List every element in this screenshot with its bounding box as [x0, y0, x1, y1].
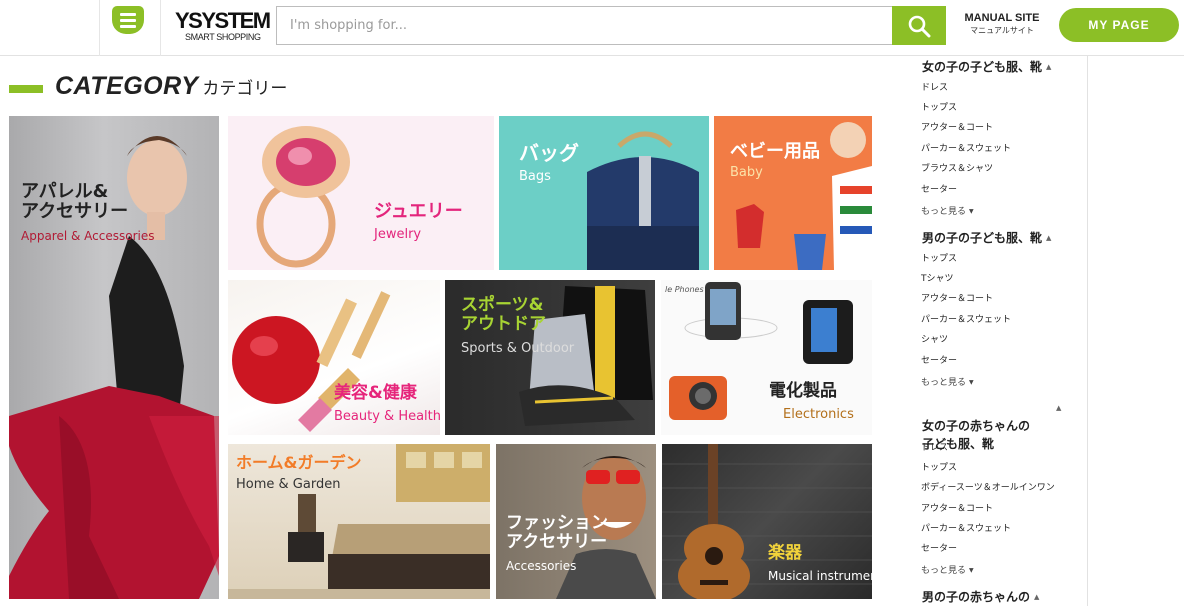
tile-electronics-caption: le Phones — [665, 285, 704, 294]
sidebar-more-label: もっと見る — [921, 207, 967, 217]
chevron-down-icon: ▼ — [969, 567, 974, 574]
category-heading: CATEGORY カテゴリー — [55, 72, 287, 104]
search-icon — [908, 15, 931, 38]
category-accent-bar — [9, 85, 43, 93]
sidebar-more-link[interactable]: もっと見る ▼ — [921, 563, 974, 576]
chevron-down-icon: ▼ — [969, 208, 974, 215]
sidebar-item[interactable]: トップス — [921, 100, 957, 113]
tile-fashion-accessories-title-jp: ファッション アクセサリー — [506, 513, 608, 552]
sidebar-item[interactable]: シャツ — [921, 332, 948, 345]
tile-sports-title-en: Sports & Outdoor — [461, 341, 575, 356]
tile-jewelry-title-en: Jewelry — [374, 227, 422, 242]
logo[interactable]: YSYSTEM SMART SHOPPING — [175, 8, 271, 46]
sidebar-item[interactable]: アウター＆コート — [921, 120, 993, 133]
search-bar — [276, 6, 946, 45]
sidebar-item[interactable]: パーカー＆スウェット — [921, 141, 1011, 154]
sidebar-item[interactable]: トップス — [921, 460, 957, 473]
sidebar-group-title: 女の子の子ども服、靴 — [922, 60, 1043, 74]
baby-image — [736, 122, 872, 270]
category-title-en: CATEGORY — [55, 72, 199, 100]
sidebar-item[interactable]: パーカー＆スウェット — [921, 312, 1011, 325]
collapse-icon: ▲ — [1046, 63, 1052, 71]
tile-home-garden[interactable]: ホーム&ガーデン Home & Garden — [228, 444, 490, 599]
tile-home-garden-title-en: Home & Garden — [236, 477, 341, 492]
sidebar-more-link[interactable]: もっと見る ▼ — [921, 375, 974, 388]
sidebar-group-boys-baby[interactable]: 男の子の赤ちゃんの ▲ — [922, 588, 1039, 606]
category-title-jp: カテゴリー — [202, 79, 288, 99]
sidebar-group-girls-kids[interactable]: 女の子の子ども服、靴 ▲ — [922, 58, 1051, 76]
tile-bags-title-jp: バッグ — [519, 141, 579, 165]
sidebar-item[interactable]: ブラウス＆シャツ — [921, 161, 993, 174]
sidebar-item[interactable]: Tシャツ — [921, 271, 954, 284]
tile-electronics-title-jp: 電化製品 — [769, 381, 837, 401]
tile-fashion-accessories[interactable]: ファッション アクセサリー Accessories — [496, 444, 656, 599]
tile-baby-title-jp: ベビー用品 — [730, 141, 820, 162]
collapse-icon: ▲ — [1034, 593, 1040, 601]
manual-site-link[interactable]: MANUAL SITE マニュアルサイト — [957, 12, 1047, 36]
sidebar-item[interactable]: アウター＆コート — [921, 501, 993, 514]
tile-musical-instrument[interactable]: 楽器 Musical instrument — [662, 444, 872, 599]
menu-button[interactable] — [99, 0, 161, 56]
manual-site-label: MANUAL SITE — [964, 12, 1040, 24]
header: YSYSTEM SMART SHOPPING MANUAL SITE マニュアル… — [0, 0, 1184, 56]
tile-sports-title-jp: スポーツ& アウトドア — [461, 295, 546, 334]
sidebar-item[interactable]: セーター — [921, 353, 957, 366]
tile-beauty-title-en: Beauty & Health — [334, 409, 440, 424]
sidebar-group-title: 男の子の赤ちゃんの — [922, 590, 1031, 604]
tile-musical-instrument-title-en: Musical instrument — [768, 569, 872, 583]
sidebar-item[interactable]: ドレス — [921, 440, 948, 453]
tile-baby-title-en: Baby — [730, 165, 763, 180]
sidebar-item[interactable]: アウター＆コート — [921, 291, 993, 304]
collapse-icon: ▲ — [1046, 234, 1052, 242]
manual-site-sublabel: マニュアルサイト — [970, 26, 1034, 35]
chevron-down-icon: ▼ — [969, 379, 974, 386]
sidebar-more-link[interactable]: もっと見る ▼ — [921, 204, 974, 217]
tile-beauty-title-jp: 美容&健康 — [334, 383, 417, 403]
sidebar-more-label: もっと見る — [921, 378, 967, 388]
sidebar-more-label: もっと見る — [921, 566, 967, 576]
logo-text: YSYSTEM — [175, 8, 271, 33]
collapse-icon: ▲ — [1056, 404, 1062, 412]
tile-fashion-accessories-title-en: Accessories — [506, 559, 577, 573]
tile-beauty[interactable]: 美容&健康 Beauty & Health — [228, 280, 440, 435]
tile-musical-instrument-title-jp: 楽器 — [768, 543, 802, 563]
tile-jewelry[interactable]: ジュエリー Jewelry — [228, 116, 494, 270]
logo-subtitle: SMART SHOPPING — [185, 32, 261, 42]
tile-bags[interactable]: バッグ Bags — [499, 116, 709, 270]
menu-icon — [112, 6, 144, 34]
tile-apparel-title-jp: アパレル& アクセサリー — [21, 181, 129, 222]
tile-electronics-title-en: Electronics — [783, 407, 854, 422]
tile-sports[interactable]: スポーツ& アウトドア Sports & Outdoor — [445, 280, 655, 435]
category-sidebar: 女の子の子ども服、靴 ▲ ドレス トップス アウター＆コート パーカー＆スウェット… — [914, 56, 1088, 606]
tile-bags-title-en: Bags — [519, 169, 551, 184]
search-button[interactable] — [892, 6, 946, 45]
bag-image — [587, 131, 699, 270]
tile-electronics[interactable]: le Phones 電化製品 Electronics — [661, 280, 872, 435]
jewelry-ring-image — [256, 126, 350, 268]
sidebar-item[interactable]: ボディースーツ＆オールインワン — [921, 480, 1055, 493]
sidebar-group-title: 男の子の子ども服、靴 — [922, 231, 1043, 245]
tile-home-garden-title-jp: ホーム&ガーデン — [236, 453, 362, 472]
tile-apparel[interactable]: アパレル& アクセサリー Apparel & Accessories — [9, 116, 219, 599]
sidebar-item[interactable]: パーカー＆スウェット — [921, 521, 1011, 534]
search-input[interactable] — [277, 7, 891, 44]
sidebar-item[interactable]: セーター — [921, 541, 957, 554]
tile-baby[interactable]: ベビー用品 Baby — [714, 116, 872, 270]
tile-jewelry-title-jp: ジュエリー — [374, 201, 463, 222]
my-page-button[interactable]: MY PAGE — [1059, 8, 1179, 42]
sidebar-item[interactable]: セーター — [921, 182, 957, 195]
tile-apparel-title-en: Apparel & Accessories — [21, 229, 155, 243]
sidebar-item[interactable]: ドレス — [921, 80, 948, 93]
sidebar-group-boys-kids[interactable]: 男の子の子ども服、靴 ▲ — [922, 229, 1051, 247]
sidebar-item[interactable]: トップス — [921, 251, 957, 264]
